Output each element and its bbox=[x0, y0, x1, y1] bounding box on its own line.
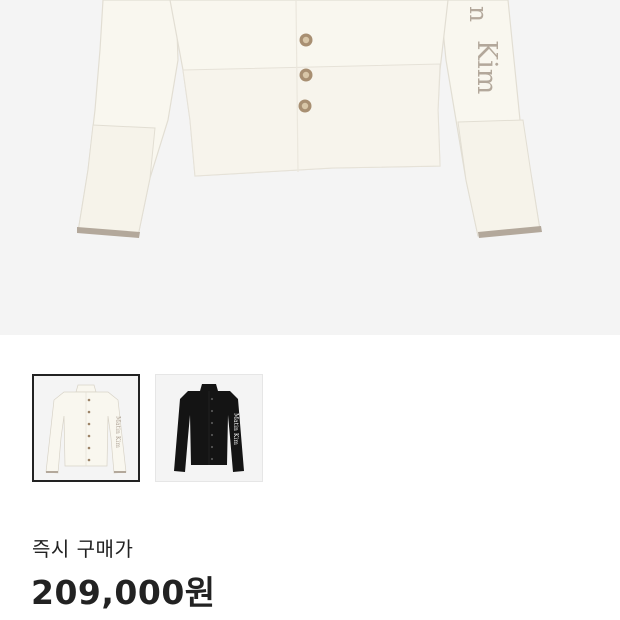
cardigan-illustration: n Kim bbox=[77, 0, 542, 238]
cardigan-hem bbox=[182, 63, 441, 177]
product-main-image[interactable]: n Kim bbox=[0, 0, 620, 335]
cream-cardigan-image: Matin Kim bbox=[45, 384, 127, 474]
thumbnail-cream[interactable]: Matin Kim bbox=[32, 374, 140, 482]
sleeve-text: Kim bbox=[471, 40, 502, 94]
thumb-sleeve-text: Matin Kim bbox=[114, 416, 121, 448]
black-cardigan-image: Matin Kim bbox=[174, 384, 244, 472]
thumbnail-black[interactable]: Matin Kim bbox=[155, 374, 263, 482]
price-value: 209,000원 bbox=[31, 573, 216, 612]
product-page: n Kim Matin Kim Matin Kim 즉시 구매가 209,000… bbox=[0, 0, 620, 620]
sleeve-text-partial: n bbox=[464, 6, 493, 22]
right-cuff bbox=[457, 119, 541, 237]
price-label: 즉시 구매가 bbox=[32, 537, 134, 561]
left-cuff bbox=[77, 124, 156, 237]
thumb-sleeve-text: Matin Kim bbox=[232, 413, 239, 445]
